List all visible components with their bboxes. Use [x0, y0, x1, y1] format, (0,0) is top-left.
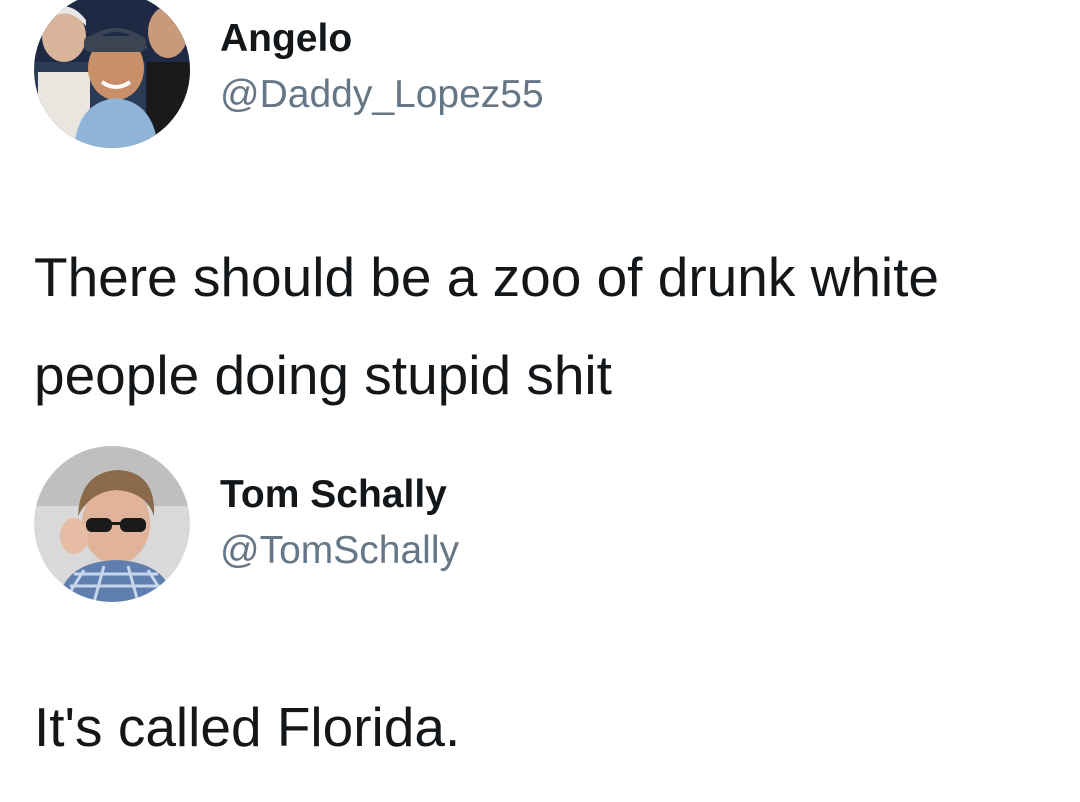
tweet-text-line: There should be a zoo of drunk white	[34, 246, 940, 308]
author-handle[interactable]: @Daddy_Lopez55	[220, 72, 544, 118]
avatar-angelo[interactable]	[34, 0, 190, 148]
tweet-tom-schally: Tom Schally @TomSchally It's called Flor…	[0, 420, 1080, 802]
profile-photo-icon	[34, 446, 190, 602]
tweet-angelo: Angelo @Daddy_Lopez55 There should be a …	[0, 0, 1080, 420]
author-name[interactable]: Angelo	[220, 16, 352, 62]
author-handle[interactable]: @TomSchally	[220, 528, 459, 574]
tweet-text-line: people doing stupid shit	[34, 344, 612, 406]
avatar-tom-schally[interactable]	[34, 446, 190, 602]
author-name[interactable]: Tom Schally	[220, 472, 447, 518]
tweet-text: It's called Florida.	[34, 678, 1074, 776]
tweet-text: There should be a zoo of drunk white peo…	[34, 228, 1074, 424]
tweet-text-line: It's called Florida.	[34, 696, 461, 758]
profile-photo-icon	[34, 0, 190, 148]
